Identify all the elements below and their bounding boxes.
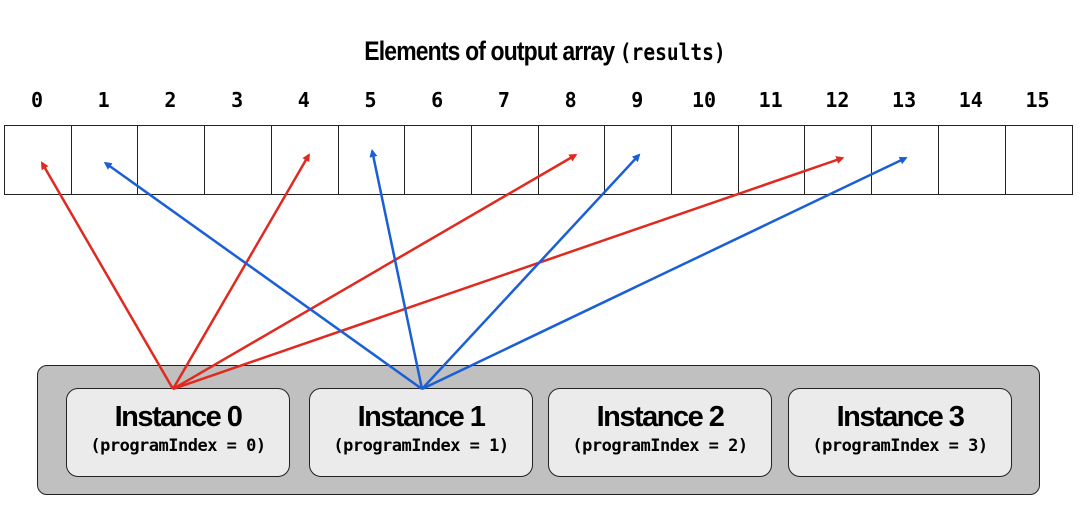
arrows [40, 149, 908, 391]
diagram: Elements of output array (results) 01234… [0, 0, 1090, 508]
arrow-instance1-to-element9 [421, 153, 641, 390]
arrow-instance1-to-element13 [421, 156, 908, 391]
arrow-instance0-to-element12 [172, 156, 845, 391]
arrow-instance0-to-element4 [171, 153, 310, 390]
